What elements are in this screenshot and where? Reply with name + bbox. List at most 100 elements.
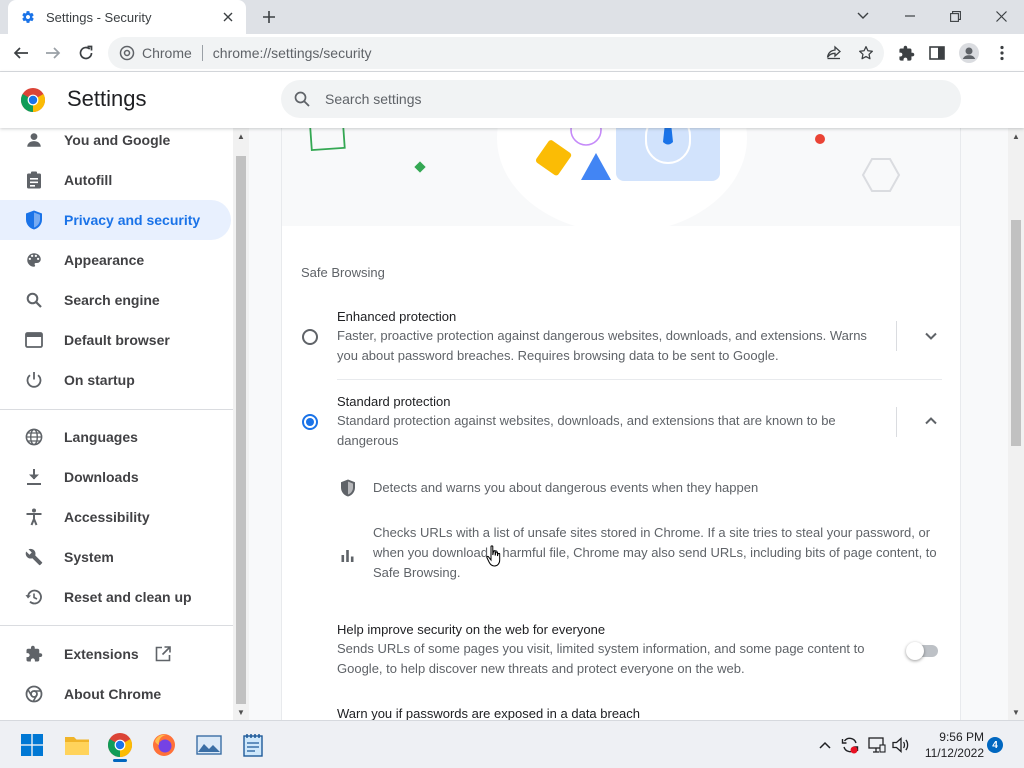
enhanced-protection-title: Enhanced protection <box>337 309 457 324</box>
open-in-new-icon <box>155 646 171 662</box>
chrome-taskbar-icon[interactable] <box>102 727 138 763</box>
omnibox-chip: Chrome <box>142 45 192 61</box>
sidebar-scrollbar[interactable]: ▲ ▼ <box>233 128 249 720</box>
search-icon <box>293 90 311 108</box>
toggle-knob <box>906 642 924 660</box>
sidebar-item-autofill[interactable]: Autofill <box>0 160 231 200</box>
standard-protection-radio[interactable] <box>302 414 318 430</box>
sync-status-icon[interactable] <box>840 735 860 755</box>
vertical-divider <box>896 321 897 351</box>
sidebar-item-reset-and-clean-up[interactable]: Reset and clean up <box>0 577 231 617</box>
power-icon <box>23 369 45 391</box>
search-settings-box[interactable] <box>281 80 961 118</box>
photos-app-icon[interactable] <box>191 727 227 763</box>
tray-chevron-up-icon[interactable] <box>815 735 835 755</box>
collapse-chevron-up-icon[interactable] <box>919 409 943 433</box>
scroll-up-arrow-icon[interactable]: ▲ <box>1008 128 1024 144</box>
browser-icon <box>23 329 45 351</box>
tab-search-chevron-icon[interactable] <box>840 0 886 32</box>
reload-button[interactable] <box>73 40 99 66</box>
scroll-down-arrow-icon[interactable]: ▼ <box>1008 704 1024 720</box>
sidebar-item-search-engine[interactable]: Search engine <box>0 280 231 320</box>
sidebar-divider <box>0 409 233 410</box>
new-tab-button[interactable] <box>258 6 280 28</box>
enhanced-protection-radio[interactable] <box>302 329 318 345</box>
sidebar-item-on-startup[interactable]: On startup <box>0 360 231 400</box>
chrome-logo-icon <box>21 88 45 112</box>
extensions-puzzle-icon[interactable] <box>895 42 917 64</box>
notepad-icon[interactable] <box>235 727 271 763</box>
vertical-divider <box>896 407 897 437</box>
omnibox-separator <box>201 45 203 61</box>
notification-badge[interactable]: 4 <box>987 737 1003 753</box>
chrome-site-icon <box>118 44 136 62</box>
security-banner-illustration <box>282 128 960 226</box>
sidebar-item-downloads[interactable]: Downloads <box>0 457 231 497</box>
globe-icon <box>23 426 45 448</box>
restore-icon <box>23 586 45 608</box>
settings-sidebar: You and Google Autofill Privacy and secu… <box>0 128 233 720</box>
search-settings-input[interactable] <box>325 91 925 107</box>
restore-window-button[interactable] <box>932 0 978 32</box>
sidebar-item-accessibility[interactable]: Accessibility <box>0 497 231 537</box>
main-scrollbar[interactable]: ▲ ▼ <box>1008 128 1024 720</box>
help-improve-description: Sends URLs of some pages you visit, limi… <box>337 641 865 676</box>
sidebar-item-you-and-google[interactable]: You and Google <box>0 128 231 160</box>
help-improve-toggle[interactable] <box>906 642 940 660</box>
windows-taskbar: 9:56 PM 11/12/2022 4 <box>0 720 1024 768</box>
clock-time: 9:56 PM <box>939 730 984 744</box>
scroll-down-arrow-icon[interactable]: ▼ <box>233 704 249 720</box>
download-icon <box>23 466 45 488</box>
clipboard-icon <box>23 169 45 191</box>
volume-icon[interactable] <box>891 735 911 755</box>
close-window-button[interactable] <box>978 0 1024 32</box>
option-divider <box>337 379 942 380</box>
settings-header: Settings <box>0 72 1024 128</box>
windows-start-icon[interactable] <box>14 727 50 763</box>
file-explorer-icon[interactable] <box>59 727 95 763</box>
chrome-icon <box>23 683 45 705</box>
sidebar-item-default-browser[interactable]: Default browser <box>0 320 231 360</box>
sidebar-item-extensions[interactable]: Extensions <box>0 634 231 674</box>
feature-check-urls-text: Checks URLs with a list of unsafe sites … <box>373 525 937 580</box>
sidebar-item-about-chrome[interactable]: About Chrome <box>0 674 231 714</box>
system-clock[interactable]: 9:56 PM 11/12/2022 <box>918 729 984 761</box>
forward-button[interactable] <box>40 40 66 66</box>
scroll-up-arrow-icon[interactable]: ▲ <box>233 128 249 144</box>
expand-chevron-down-icon[interactable] <box>919 324 943 348</box>
accessibility-icon <box>23 506 45 528</box>
feature-detect-warn-text: Detects and warns you about dangerous ev… <box>373 480 759 495</box>
sidebar-item-appearance[interactable]: Appearance <box>0 240 231 280</box>
sidebar-item-privacy-and-security[interactable]: Privacy and security <box>0 200 231 240</box>
url-text[interactable]: chrome://settings/security <box>213 45 372 61</box>
sidebar-item-languages[interactable]: Languages <box>0 417 231 457</box>
side-panel-icon[interactable] <box>926 42 948 64</box>
clock-date: 11/12/2022 <box>924 746 984 760</box>
address-bar[interactable]: Chrome chrome://settings/security <box>108 37 884 69</box>
profile-avatar[interactable] <box>958 42 980 64</box>
shield-icon <box>338 478 358 498</box>
search-icon <box>23 289 45 311</box>
more-menu-icon[interactable] <box>991 42 1013 64</box>
palette-icon <box>23 249 45 271</box>
person-icon <box>23 129 45 151</box>
back-button[interactable] <box>8 40 34 66</box>
main-scroll-thumb[interactable] <box>1011 220 1021 446</box>
network-icon[interactable] <box>867 735 887 755</box>
shield-icon <box>23 209 45 231</box>
sidebar-item-system[interactable]: System <box>0 537 231 577</box>
gear-icon <box>20 9 36 25</box>
security-card: Safe Browsing Enhanced protection Faster… <box>281 128 961 720</box>
bookmark-star-icon[interactable] <box>855 42 877 64</box>
sidebar-scroll-thumb[interactable] <box>236 156 246 704</box>
close-tab-icon[interactable] <box>220 9 236 25</box>
bar-chart-icon <box>338 545 358 565</box>
help-improve-title: Help improve security on the web for eve… <box>337 622 606 637</box>
minimize-button[interactable] <box>887 0 933 32</box>
tab-settings-security[interactable]: Settings - Security <box>8 0 246 34</box>
firefox-icon[interactable] <box>146 727 182 763</box>
sidebar-divider <box>0 625 233 626</box>
password-warning-title: Warn you if passwords are exposed in a d… <box>337 706 641 720</box>
share-icon[interactable] <box>823 42 845 64</box>
standard-protection-title: Standard protection <box>337 394 451 409</box>
